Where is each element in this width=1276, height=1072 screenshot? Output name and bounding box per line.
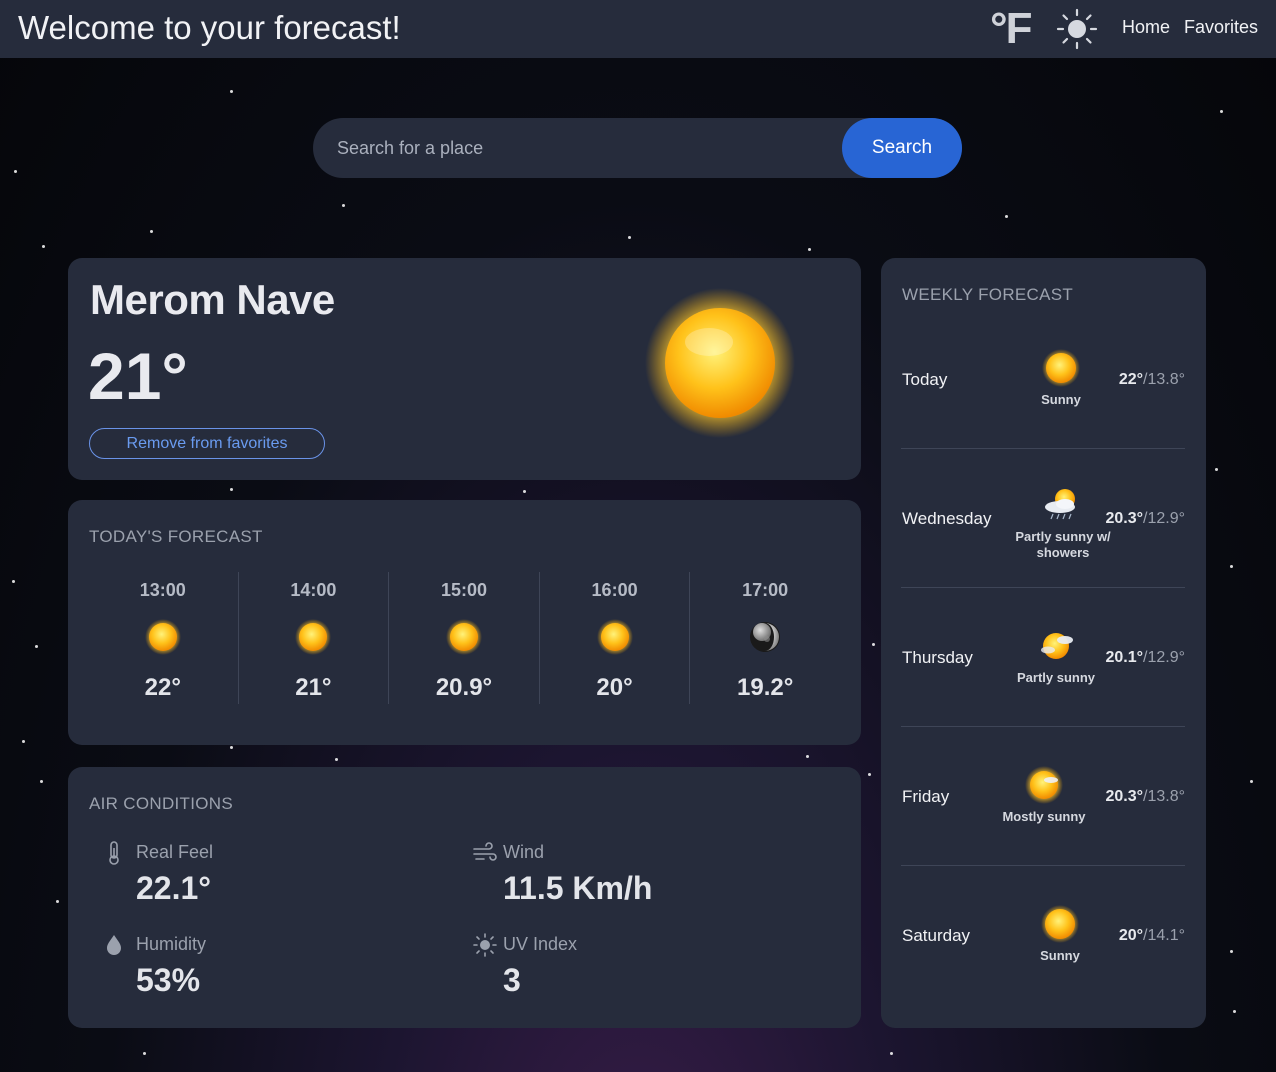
low-temperature: /12.9° (1143, 510, 1185, 527)
day-name: Today (902, 370, 948, 389)
hourly-forecast-item: 15:00 20.9° (389, 572, 540, 704)
hour-temperature: 20.9° (435, 674, 493, 701)
high-temperature: 20.3° (1105, 788, 1144, 805)
partly-sunny-showers-icon (1045, 489, 1075, 520)
wind-icon (473, 842, 497, 861)
partly-sunny-icon (1041, 633, 1073, 659)
remove-from-favorites-button[interactable]: Remove from favorites (89, 428, 325, 459)
humidity-label: Humidity (136, 934, 207, 954)
high-temperature: 22° (1118, 371, 1144, 388)
hour-temperature: 22° (144, 674, 181, 701)
temperature-unit-toggle[interactable]: °F (990, 4, 1033, 54)
hourly-forecast-list: 13:00 22° 14:00 21° 15:00 20.9° 16:00 20… (88, 572, 840, 704)
day-temperature-range: 20.3°/13.8° (1105, 727, 1185, 866)
sun-icon (144, 619, 181, 655)
high-temperature: 20.3° (1105, 510, 1144, 527)
water-drop-icon (107, 935, 121, 955)
weekly-forecast-card: WEEKLY FORECAST Today Sunny 22°/13.8° We… (881, 258, 1206, 1028)
air-conditions-title: AIR CONDITIONS (89, 794, 233, 813)
moon-icon (750, 622, 781, 652)
hour-time: 14:00 (290, 580, 337, 600)
mostly-sunny-icon (1025, 766, 1063, 804)
real-feel-label: Real Feel (136, 842, 214, 862)
weekly-forecast-row: Thursday Partly sunny 20.1°/12.9° (901, 588, 1185, 727)
sun-icon (596, 619, 633, 655)
hourly-forecast-item: 16:00 20° (540, 572, 691, 704)
hour-time: 13:00 (139, 580, 186, 600)
weather-description: Sunny (1041, 392, 1081, 407)
day-name: Wednesday (902, 509, 992, 528)
weekly-forecast-row: Today Sunny 22°/13.8° (901, 310, 1185, 449)
top-app-bar: Welcome to your forecast! °F Home Favori… (0, 0, 1276, 58)
day-temperature-range: 20.1°/12.9° (1105, 588, 1185, 727)
hour-temperature: 20° (596, 674, 633, 701)
hour-time: 17:00 (742, 580, 789, 600)
app-title: Welcome to your forecast! (18, 9, 401, 46)
todays-forecast-title: TODAY'S FORECAST (89, 527, 263, 546)
weekly-forecast-row: Friday Mostly sunny 20.3°/13.8° (901, 727, 1185, 866)
sun-icon (445, 619, 482, 655)
low-temperature: /12.9° (1143, 649, 1185, 666)
current-weather-card: Merom Nave 21° Remove from favorites (68, 258, 861, 480)
current-temperature: 21° (88, 339, 188, 413)
real-feel-value: 22.1° (136, 870, 212, 906)
search-bar: Search (313, 118, 962, 178)
hourly-forecast-item: 17:00 19.2° (690, 572, 840, 704)
weekly-forecast-title: WEEKLY FORECAST (902, 285, 1074, 304)
weekly-forecast-row: Saturday Sunny 20°/14.1° (901, 866, 1185, 1005)
day-temperature-range: 20°/14.1° (1119, 866, 1185, 1005)
uv-index-label: UV Index (503, 934, 578, 954)
day-temperature-range: 22°/13.8° (1119, 310, 1185, 449)
high-temperature: 20.1° (1105, 649, 1144, 666)
day-name: Thursday (902, 648, 973, 667)
weather-description: Mostly sunny (1002, 809, 1086, 824)
hour-temperature: 21° (295, 674, 332, 701)
wind-label: Wind (503, 842, 545, 862)
weather-description: Sunny (1040, 948, 1080, 963)
hour-time: 16:00 (591, 580, 638, 600)
day-name: Friday (902, 787, 950, 806)
todays-forecast-card: TODAY'S FORECAST 13:00 22° 14:00 21° 15:… (68, 500, 861, 745)
low-temperature: /14.1° (1143, 927, 1185, 944)
sun-icon (473, 933, 497, 957)
hourly-forecast-item: 13:00 22° (88, 572, 239, 704)
sun-icon (1041, 905, 1079, 943)
sun-icon[interactable] (1055, 7, 1099, 51)
search-input[interactable] (313, 118, 843, 178)
hourly-forecast-item: 14:00 21° (239, 572, 390, 704)
day-temperature-range: 20.3°/12.9° (1105, 449, 1185, 588)
sun-icon (1042, 349, 1080, 387)
nav-home-link[interactable]: Home (1122, 17, 1170, 38)
city-name: Merom Nave (90, 276, 335, 323)
hour-temperature: 19.2° (737, 674, 794, 701)
search-button[interactable]: Search (842, 118, 962, 178)
sun-icon (295, 619, 332, 655)
nav-favorites-link[interactable]: Favorites (1184, 17, 1258, 38)
sun-icon (645, 288, 795, 438)
air-conditions-card: AIR CONDITIONS Real Feel 22.1° Wind 11.5… (68, 767, 861, 1028)
low-temperature: /13.8° (1143, 371, 1185, 388)
wind-value: 11.5 Km/h (503, 870, 653, 906)
low-temperature: /13.8° (1143, 788, 1185, 805)
uv-index-value: 3 (503, 962, 521, 998)
thermometer-icon (109, 841, 119, 865)
day-name: Saturday (902, 926, 971, 945)
high-temperature: 20° (1118, 927, 1144, 944)
hour-time: 15:00 (440, 580, 487, 600)
weekly-forecast-row: Wednesday Partly sunny w/ showers 20.3°/… (901, 449, 1185, 588)
humidity-value: 53% (136, 962, 201, 998)
